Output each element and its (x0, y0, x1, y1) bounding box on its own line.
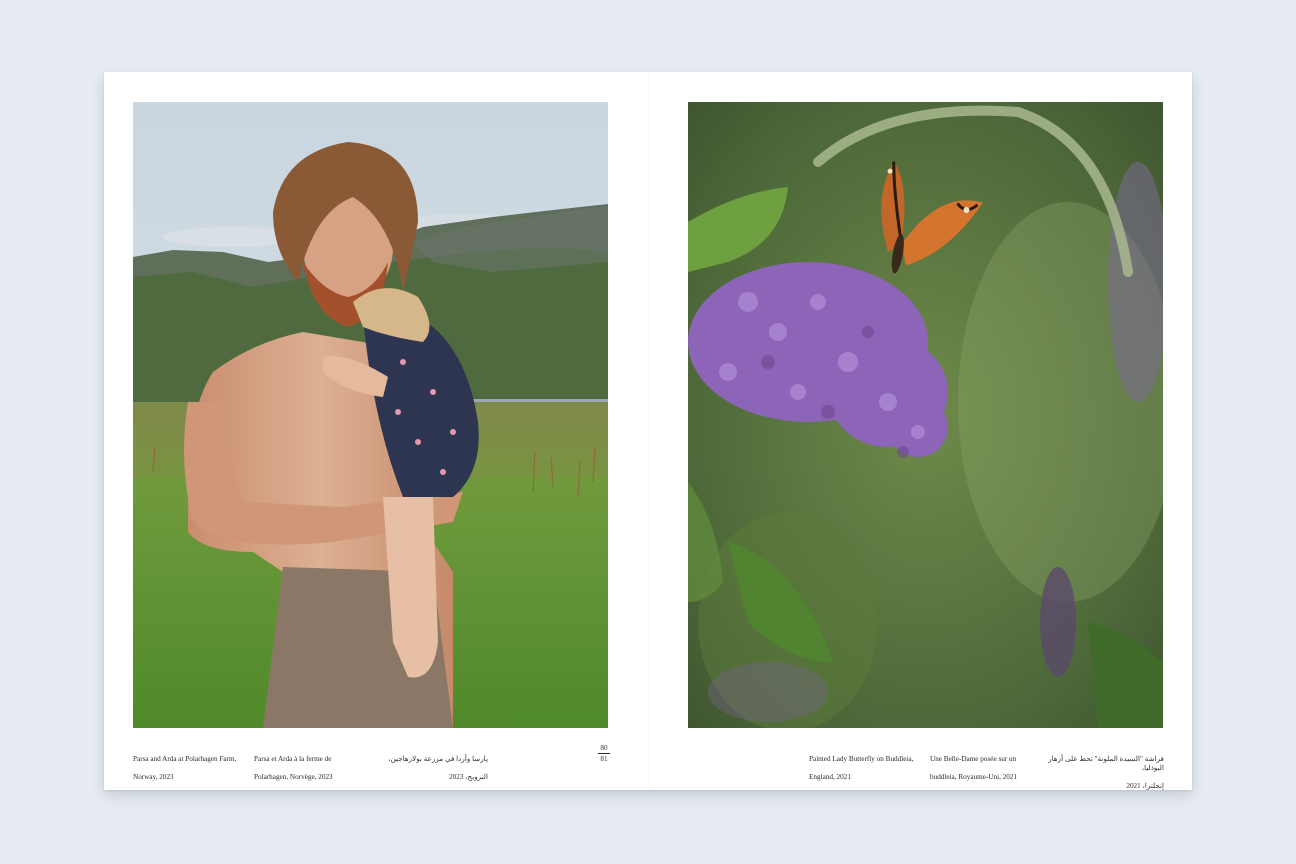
caption-left-en: Parsa and Arda at Polarhagen Farm, Norwa… (133, 755, 237, 781)
photo-man-with-child (133, 102, 608, 728)
caption-left-fr: Parsa et Arda à la ferme de Polarhagen, … (254, 755, 333, 781)
caption-right-ar: فراشة "السيدة الملونة" تحط على أزهار الب… (1048, 755, 1164, 790)
book-spread: Parsa and Arda at Polarhagen Farm, Norwa… (104, 72, 1192, 790)
book-gutter (648, 72, 649, 790)
page-numbers: 80 81 (598, 744, 610, 763)
page-number-left: 80 (600, 744, 608, 752)
photo-butterfly-on-buddleia (688, 102, 1163, 728)
caption-right-fr: Une Belle-Dame posée sur un buddleia, Ro… (930, 755, 1018, 781)
page-number-right: 81 (600, 755, 608, 763)
caption-right-en: Painted Lady Butterfly on Buddleia, Engl… (809, 755, 914, 781)
page-number-rule (598, 753, 610, 754)
caption-left-ar: پارسا وأردا في مزرعة بولارهاجين، النرويج… (388, 755, 488, 781)
